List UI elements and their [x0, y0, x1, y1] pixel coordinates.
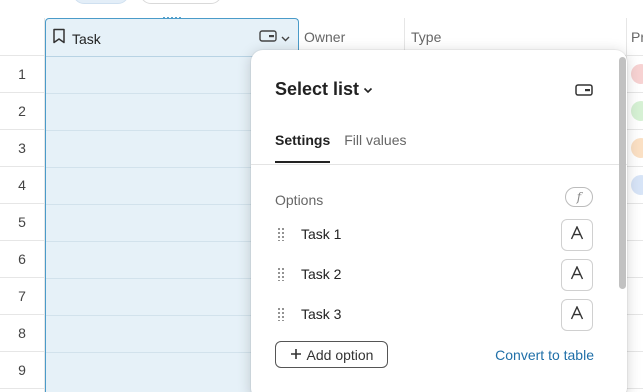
toolbar-pill[interactable]: [140, 0, 222, 4]
add-option-button[interactable]: Add option: [275, 341, 388, 368]
column-type-button[interactable]: [259, 29, 290, 47]
task-column-label: Task: [72, 30, 101, 47]
column-type-dropdown[interactable]: Select list: [275, 79, 373, 100]
select-list-icon: [575, 83, 593, 101]
task-column-header[interactable]: Task: [52, 28, 101, 49]
status-chip[interactable]: [631, 138, 643, 158]
scrollbar-thumb[interactable]: [619, 57, 626, 289]
drag-handle-icon[interactable]: [277, 227, 285, 241]
option-label[interactable]: Task 3: [301, 306, 341, 322]
text-style-icon: [570, 264, 584, 285]
row-number[interactable]: 1: [0, 56, 44, 93]
option-style-button[interactable]: [561, 219, 593, 251]
row-number[interactable]: 8: [0, 315, 44, 352]
panel-title: Select list: [275, 79, 360, 99]
drag-handle-icon[interactable]: [277, 307, 285, 321]
column-drag-handle[interactable]: [162, 16, 182, 20]
option-row: Task 3: [275, 299, 593, 331]
select-list-icon: [259, 29, 277, 47]
option-style-button[interactable]: [561, 259, 593, 291]
text-style-icon: [570, 304, 584, 325]
row-number[interactable]: 5: [0, 204, 44, 241]
text-style-icon: [570, 224, 584, 245]
toolbar-pill-active[interactable]: [73, 0, 129, 4]
row-number[interactable]: 2: [0, 93, 44, 130]
options-label: Options: [275, 192, 324, 208]
formula-button[interactable]: f: [565, 187, 593, 207]
column-settings-panel: Select list Settings Fill values Options…: [251, 50, 627, 392]
row-number[interactable]: 6: [0, 241, 44, 278]
pr-column-header[interactable]: Pr: [631, 29, 643, 45]
status-chip[interactable]: [631, 64, 643, 84]
bookmark-icon: [52, 28, 66, 49]
convert-to-table-link[interactable]: Convert to table: [495, 347, 594, 363]
formula-icon: f: [576, 190, 582, 204]
option-style-button[interactable]: [561, 299, 593, 331]
status-chip[interactable]: [631, 175, 643, 195]
option-label[interactable]: Task 2: [301, 266, 341, 282]
chevron-down-icon: [281, 29, 290, 47]
panel-tabs: Settings Fill values: [275, 132, 406, 163]
plus-icon: [290, 347, 302, 363]
tabs-divider: [251, 164, 627, 165]
drag-handle-icon[interactable]: [277, 267, 285, 281]
tab-settings[interactable]: Settings: [275, 132, 331, 163]
add-option-label: Add option: [306, 346, 374, 363]
tab-fill-values[interactable]: Fill values: [344, 132, 406, 163]
row-number[interactable]: 9: [0, 352, 44, 389]
owner-column-header[interactable]: Owner: [304, 29, 345, 45]
spreadsheet-view: 1 2 3 4 5 6 7 8 9 Task Owner Type Pr Sel…: [0, 0, 643, 392]
type-column-header[interactable]: Type: [411, 29, 441, 45]
option-row: Task 1: [275, 219, 593, 251]
chevron-down-icon: [363, 81, 373, 99]
row-number[interactable]: 7: [0, 278, 44, 315]
option-label[interactable]: Task 1: [301, 226, 341, 242]
row-number[interactable]: 4: [0, 167, 44, 204]
option-row: Task 2: [275, 259, 593, 291]
row-number[interactable]: 3: [0, 130, 44, 167]
status-chip[interactable]: [631, 101, 643, 121]
